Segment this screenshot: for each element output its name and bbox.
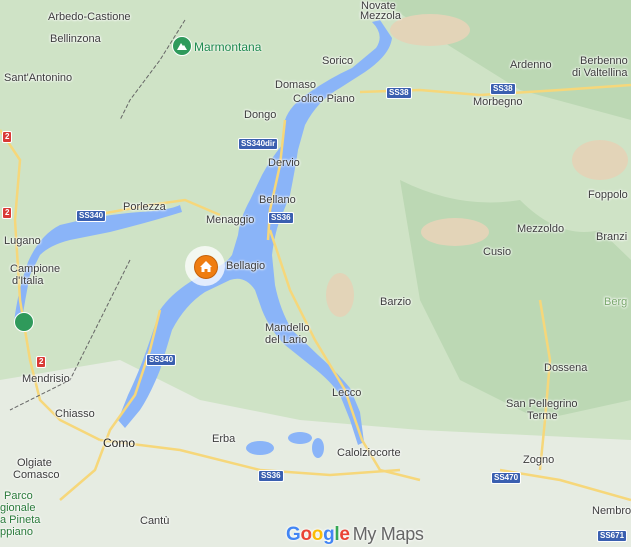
label-sanpellegrino: San Pellegrino xyxy=(506,398,578,410)
label-zogno: Zogno xyxy=(523,454,555,466)
label-dossena: Dossena xyxy=(544,362,588,374)
label-olgiate: Olgiate xyxy=(17,457,52,469)
map-view[interactable]: Arbedo-Castione Bellinzona Sant'Antonino… xyxy=(0,0,631,547)
google-my-maps-attribution: Google My Maps xyxy=(286,524,424,546)
road-shield-2-b: 2 xyxy=(2,207,13,219)
home-icon xyxy=(194,255,218,279)
label-parco-2: gionale xyxy=(0,502,36,514)
road-shield-ss36: SS36 xyxy=(268,212,294,224)
label-menaggio: Menaggio xyxy=(206,214,255,226)
label-campione: Campione xyxy=(10,263,61,275)
mountain-icon[interactable] xyxy=(172,36,192,56)
label-olgiate-2: Comasco xyxy=(13,469,60,481)
label-mezzola: Mezzola xyxy=(360,10,401,22)
label-sanpellegrino-2: Terme xyxy=(527,410,558,422)
road-shield-ss38: SS38 xyxy=(386,87,412,99)
label-cusio: Cusio xyxy=(483,246,512,258)
label-berg: Berg xyxy=(604,296,628,308)
label-bellano: Bellano xyxy=(259,194,296,206)
label-branzi: Branzi xyxy=(596,231,628,243)
road-shield-ss340dir: SS340dir xyxy=(238,138,279,150)
label-lugano: Lugano xyxy=(4,235,41,247)
label-dongo: Dongo xyxy=(244,109,277,121)
label-morbegno: Morbegno xyxy=(473,96,523,108)
road-shield-ss36-2: SS36 xyxy=(258,470,284,482)
home-marker[interactable] xyxy=(185,246,225,286)
label-mandello: Mandello xyxy=(265,322,310,334)
road-shield-2-c: 2 xyxy=(36,356,47,368)
label-mezzoldo: Mezzoldo xyxy=(517,223,565,235)
road-shield-ss340-2: SS340 xyxy=(146,354,177,366)
label-ardenno: Ardenno xyxy=(510,59,552,71)
label-parco: Parco xyxy=(4,490,33,502)
poi-marmontana[interactable]: Marmontana xyxy=(194,40,261,54)
label-sorico: Sorico xyxy=(322,55,354,67)
label-mandello-2: del Lario xyxy=(265,334,308,346)
park-icon[interactable] xyxy=(14,312,34,332)
label-nembro: Nembro xyxy=(592,505,631,517)
mymaps-label: My Maps xyxy=(352,524,424,544)
label-como: Como xyxy=(103,436,136,450)
label-bellinzona: Bellinzona xyxy=(50,33,101,45)
label-erba: Erba xyxy=(212,433,236,445)
label-porlezza: Porlezza xyxy=(123,201,166,213)
road-shield-ss671: SS671 xyxy=(597,530,628,542)
label-berbenno-2: di Valtellina xyxy=(572,67,628,79)
road-shield-ss340: SS340 xyxy=(76,210,107,222)
label-berbenno: Berbenno xyxy=(580,55,628,67)
label-mendrisio: Mendrisio xyxy=(22,373,70,385)
label-cantu: Cantù xyxy=(140,515,170,527)
road-shield-2: 2 xyxy=(2,131,13,143)
label-parco-3: a Pineta xyxy=(0,514,41,526)
label-lecco: Lecco xyxy=(332,387,362,399)
label-arbedo: Arbedo-Castione xyxy=(48,11,131,23)
label-campione-2: d'Italia xyxy=(12,275,44,287)
label-bellagio: Bellagio xyxy=(226,260,266,272)
road-shield-ss38-2: SS38 xyxy=(490,83,516,95)
label-colico: Colico Piano xyxy=(293,93,355,105)
google-logo: Google xyxy=(286,524,350,545)
label-parco-4: ppiano xyxy=(0,526,34,538)
label-sant-antonino: Sant'Antonino xyxy=(4,72,73,84)
label-dervio: Dervio xyxy=(268,157,300,169)
label-barzio: Barzio xyxy=(380,296,412,308)
label-calolziocorte: Calolziocorte xyxy=(337,447,401,459)
label-domaso: Domaso xyxy=(275,79,316,91)
road-shield-ss470: SS470 xyxy=(491,472,522,484)
label-chiasso: Chiasso xyxy=(55,408,95,420)
label-foppolo: Foppolo xyxy=(588,189,628,201)
